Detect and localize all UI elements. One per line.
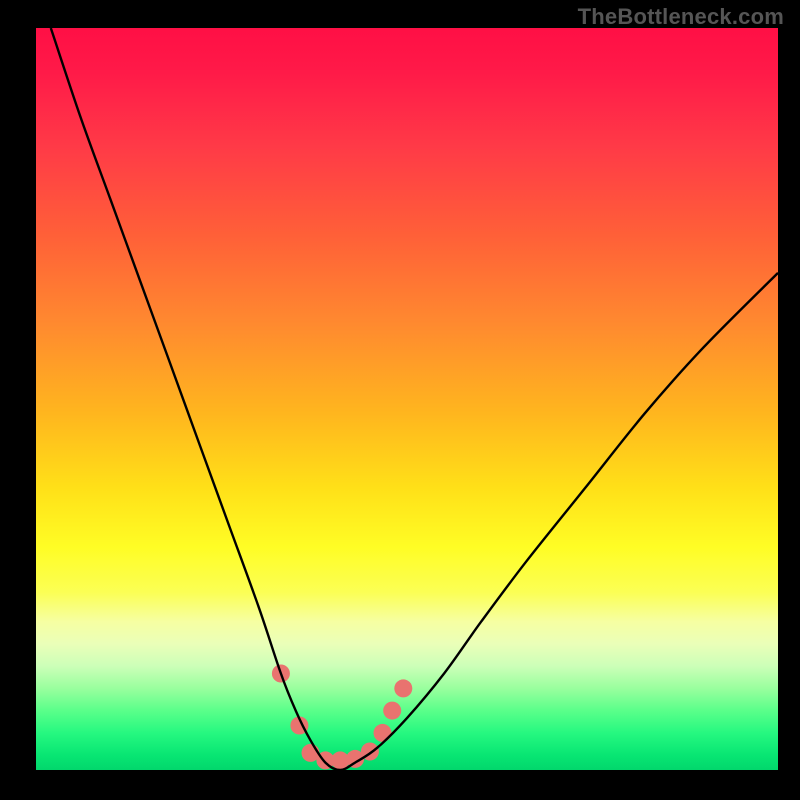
bottleneck-curve xyxy=(51,28,778,770)
chart-svg xyxy=(36,28,778,770)
marker-dot xyxy=(374,724,392,742)
marker-dot xyxy=(383,702,401,720)
plot-area xyxy=(36,28,778,770)
marker-dot xyxy=(394,679,412,697)
watermark-text: TheBottleneck.com xyxy=(578,4,784,30)
marker-dots xyxy=(272,665,412,770)
chart-frame: TheBottleneck.com xyxy=(0,0,800,800)
